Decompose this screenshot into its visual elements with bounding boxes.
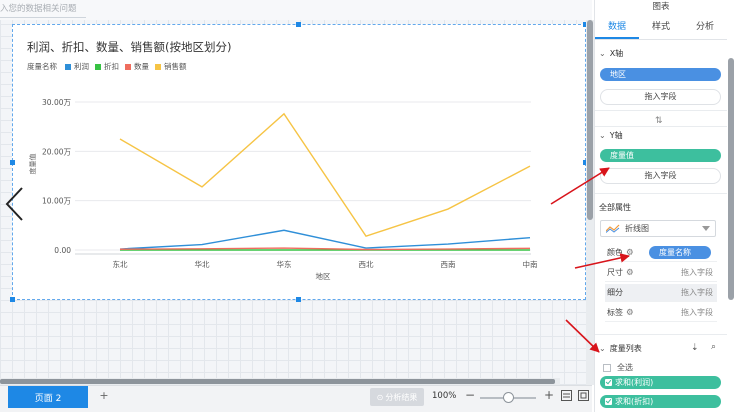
properties-panel: 图表 数据 样式 分析 ⌄ X轴 地区 拖入字段 ⇅ ⌄ Y轴 度量值 拖入字段 全…	[594, 0, 734, 412]
attr-placeholder: 拖入字段	[681, 288, 713, 297]
line-chart: 0.00 10.00万 20.00万 30.00万东北 华北 华东 西北 西南 中南地区 度量值	[28, 98, 538, 281]
x-axis-title: X轴	[609, 49, 624, 58]
attr-label: 尺寸 ⚙	[607, 264, 634, 282]
tab-data[interactable]: 数据	[595, 16, 639, 39]
x-axis-drop-zone[interactable]: 拖入字段	[600, 89, 721, 105]
scrollbar-thumb[interactable]	[0, 379, 555, 384]
attr-label: 细分	[607, 284, 623, 302]
add-page-button[interactable]: +	[98, 389, 110, 403]
y-axis-drop-zone[interactable]: 拖入字段	[600, 168, 721, 184]
tab-style[interactable]: 样式	[639, 16, 683, 39]
attr-label-text: 标签	[607, 308, 623, 317]
tab-analysis[interactable]: 分析	[683, 16, 727, 39]
select-all-checkbox[interactable]	[603, 364, 611, 372]
canvas-horizontal-scrollbar[interactable]	[0, 378, 560, 385]
canvas-vertical-scrollbar[interactable]	[586, 20, 594, 385]
swap-axes-icon[interactable]: ⇅	[655, 116, 663, 126]
y-axis-section[interactable]: ⌄ Y轴	[599, 130, 623, 141]
dropdown-arrow-icon	[702, 226, 710, 231]
chart-type-select[interactable]: 折线图	[600, 220, 716, 237]
chevron-left-icon[interactable]	[4, 186, 26, 222]
attr-label-text: 颜色	[607, 248, 623, 257]
y-tick-label: 20.00万	[42, 147, 71, 156]
chevron-down-icon: ⌄	[599, 49, 606, 58]
y-axis-title: Y轴	[609, 131, 623, 140]
x-tick-label: 东北	[113, 259, 128, 269]
attr-label: 颜色 ⚙	[607, 244, 634, 262]
measures-title: 度量列表	[609, 344, 642, 353]
x-tick-label: 西南	[441, 259, 456, 269]
x-tick-label: 中南	[523, 259, 538, 269]
y-axis-label: 度量值	[28, 154, 37, 175]
zoom-slider-handle[interactable]	[503, 392, 514, 403]
chart-widget[interactable]: 利润、折扣、数量、销售额(按地区划分) 度量名称 利润 折扣 数量 销售额 0.…	[10, 22, 588, 302]
attr-label-text: 尺寸	[607, 268, 623, 277]
y-tick-label: 0.00	[54, 246, 71, 255]
checkbox-checked-icon[interactable]	[605, 398, 612, 405]
zoom-out-button[interactable]: −	[465, 388, 475, 402]
section-divider	[595, 334, 727, 335]
page-tab[interactable]: 页面 2	[8, 386, 88, 408]
gear-icon[interactable]: ⚙	[626, 244, 634, 262]
panel-header: 图表	[652, 2, 670, 12]
x-axis-field-pill[interactable]: 地区	[600, 68, 721, 81]
attributes-title: 全部属性	[599, 203, 631, 212]
attr-row-label[interactable]: 标签 ⚙ 拖入字段	[605, 304, 717, 322]
measure-item[interactable]: 求和(利润)	[600, 376, 721, 389]
measures-section[interactable]: ⌄ 度量列表	[599, 343, 642, 354]
chart-type-value: 折线图	[625, 224, 649, 233]
x-tick-label: 华东	[277, 259, 292, 269]
zoom-in-button[interactable]: +	[544, 388, 554, 402]
series-line-3	[119, 247, 531, 251]
chevron-down-icon: ⌄	[599, 344, 606, 353]
attr-placeholder: 拖入字段	[681, 268, 713, 277]
fullscreen-icon[interactable]	[578, 390, 589, 401]
fit-width-icon[interactable]	[561, 390, 572, 401]
panel-tabs: 数据 样式 分析	[595, 16, 727, 40]
section-divider	[595, 110, 727, 111]
attr-label-text: 细分	[607, 288, 623, 297]
sort-icon[interactable]: ⇣	[691, 343, 699, 353]
color-field-pill[interactable]: 度量名称	[649, 246, 711, 259]
analysis-result-button[interactable]: ⊙ 分析结果	[370, 388, 424, 406]
panel-scrollbar[interactable]	[728, 58, 734, 300]
zoom-level: 100%	[432, 391, 457, 401]
select-all-label: 全选	[617, 363, 633, 372]
series-line-1	[119, 229, 531, 250]
bottom-toolbar: 页面 2 + ⊙ 分析结果 100% − +	[0, 385, 592, 412]
attr-label: 标签 ⚙	[607, 304, 634, 322]
x-tick-label: 华北	[195, 259, 210, 269]
question-bar: 入您的数据相关问题	[0, 0, 592, 20]
x-tick-label: 西北	[359, 260, 374, 269]
x-axis-label: 地区	[316, 271, 331, 281]
line-chart-icon	[606, 224, 620, 233]
section-divider	[595, 193, 727, 194]
measure-label: 求和(折扣)	[615, 397, 654, 406]
attr-row-detail[interactable]: 细分 拖入字段	[605, 284, 717, 302]
y-tick-label: 10.00万	[42, 197, 71, 206]
series-line-4	[119, 112, 531, 238]
analysis-result-label: 分析结果	[385, 392, 418, 402]
gear-icon[interactable]: ⚙	[626, 304, 634, 322]
measure-label: 求和(利润)	[615, 378, 654, 387]
x-axis-section[interactable]: ⌄ X轴	[599, 48, 623, 59]
y-tick-label: 30.00万	[42, 98, 71, 107]
analysis-icon: ⊙	[376, 392, 384, 402]
section-divider	[595, 126, 727, 127]
gear-icon[interactable]: ⚙	[626, 264, 634, 282]
scrollbar-thumb[interactable]	[587, 20, 593, 220]
attr-placeholder: 拖入字段	[681, 308, 713, 317]
chevron-down-icon: ⌄	[599, 131, 606, 140]
attr-row-size[interactable]: 尺寸 ⚙ 拖入字段	[605, 264, 717, 282]
y-axis-field-pill[interactable]: 度量值	[600, 149, 721, 162]
attr-row-color[interactable]: 颜色 ⚙ 度量名称	[605, 244, 717, 262]
measure-item[interactable]: 求和(折扣)	[600, 395, 721, 408]
checkbox-checked-icon[interactable]	[605, 379, 612, 386]
question-input-hint[interactable]: 入您的数据相关问题	[0, 2, 86, 18]
search-icon[interactable]: ⌕	[711, 342, 716, 352]
